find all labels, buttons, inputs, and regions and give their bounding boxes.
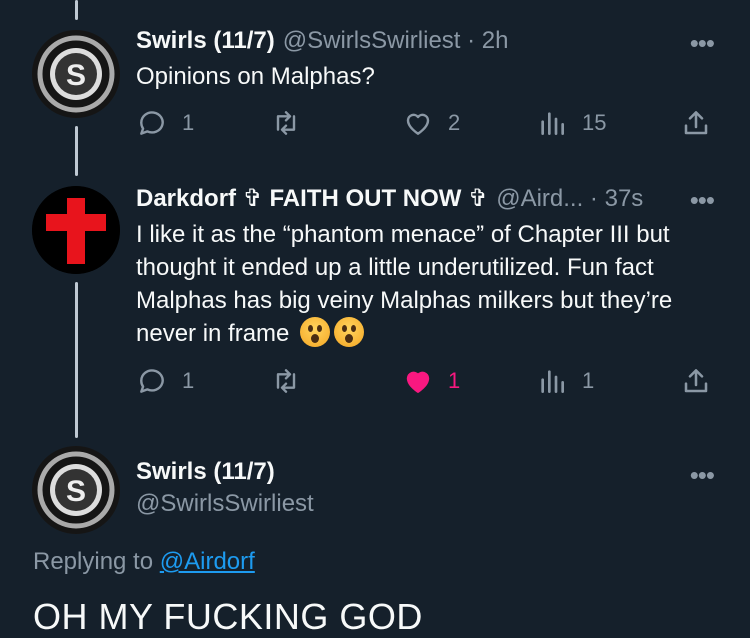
reply-button[interactable]: 1 [136,364,194,398]
red-cross-icon [32,186,120,274]
action-bar: 1 2 15 [136,106,716,140]
heart-filled-icon [406,371,430,393]
swirls-logo-icon: S [32,446,120,534]
replying-to: Replying to @Airdorf [33,548,255,576]
tweet-text: I like it as the “phantom menace” of Cha… [136,218,716,350]
like-button[interactable]: 1 [402,364,460,398]
share-icon [684,369,708,393]
reply-count: 1 [182,110,195,135]
share-button[interactable] [680,106,712,140]
view-count: 1 [582,368,595,393]
svg-text:S: S [66,59,86,92]
view-count: 15 [582,110,607,135]
avatar[interactable]: S [32,30,120,118]
retweet-icon [276,369,296,393]
heart-icon [406,113,430,135]
astonished-face-emoji [300,317,331,347]
retweet-icon [276,111,296,135]
more-options-button[interactable]: ••• [690,462,715,488]
reply-icon [140,369,164,393]
tweet-header: Darkdorf ✞ FAITH OUT NOW ✞ @Aird... · 37… [136,184,643,213]
handle[interactable]: @SwirlsSwirliest [136,490,314,518]
views-icon [541,370,564,393]
thread-line-top [75,0,78,20]
tweet-header: Swirls (11/7) [136,458,275,486]
display-name[interactable]: Swirls (11/7) [136,27,275,55]
reply-icon [140,111,164,135]
like-count: 1 [448,368,461,393]
more-options-button[interactable]: ••• [690,187,715,213]
handle-time[interactable]: @SwirlsSwirliest · 2h [283,27,509,55]
avatar[interactable] [32,186,120,274]
views-button[interactable]: 1 [536,364,594,398]
tweet-header: Swirls (11/7) @SwirlsSwirliest · 2h [136,27,508,55]
display-name[interactable]: Darkdorf ✞ FAITH OUT NOW ✞ [136,184,488,213]
display-name[interactable]: Swirls (11/7) [136,458,275,486]
thread-line-2 [75,282,78,438]
svg-text:S: S [66,475,86,508]
action-bar: 1 1 1 [136,364,716,398]
more-options-button[interactable]: ••• [690,30,715,56]
reply-button[interactable]: 1 [136,106,194,140]
replying-to-link[interactable]: @Airdorf [160,548,255,575]
retweet-button[interactable] [270,106,302,140]
avatar[interactable]: S [32,446,120,534]
retweet-button[interactable] [270,364,302,398]
tweet-text: Opinions on Malphas? [136,63,375,90]
views-button[interactable]: 15 [536,106,606,140]
tweet-text: OH MY FUCKING GOD [33,596,423,637]
swirls-logo-icon: S [32,30,120,118]
thread-line-1 [75,126,78,176]
share-button[interactable] [680,364,712,398]
tweet-handle-row: @SwirlsSwirliest [136,490,314,518]
share-icon [684,111,708,135]
views-icon [541,112,564,135]
astonished-face-emoji [334,317,365,347]
handle-time[interactable]: @Aird... · 37s [496,185,643,213]
like-button[interactable]: 2 [402,106,460,140]
reply-count: 1 [182,368,195,393]
tweet-text-content: I like it as the “phantom menace” of Cha… [136,221,673,347]
replying-prefix: Replying to [33,548,160,575]
like-count: 2 [448,110,461,135]
